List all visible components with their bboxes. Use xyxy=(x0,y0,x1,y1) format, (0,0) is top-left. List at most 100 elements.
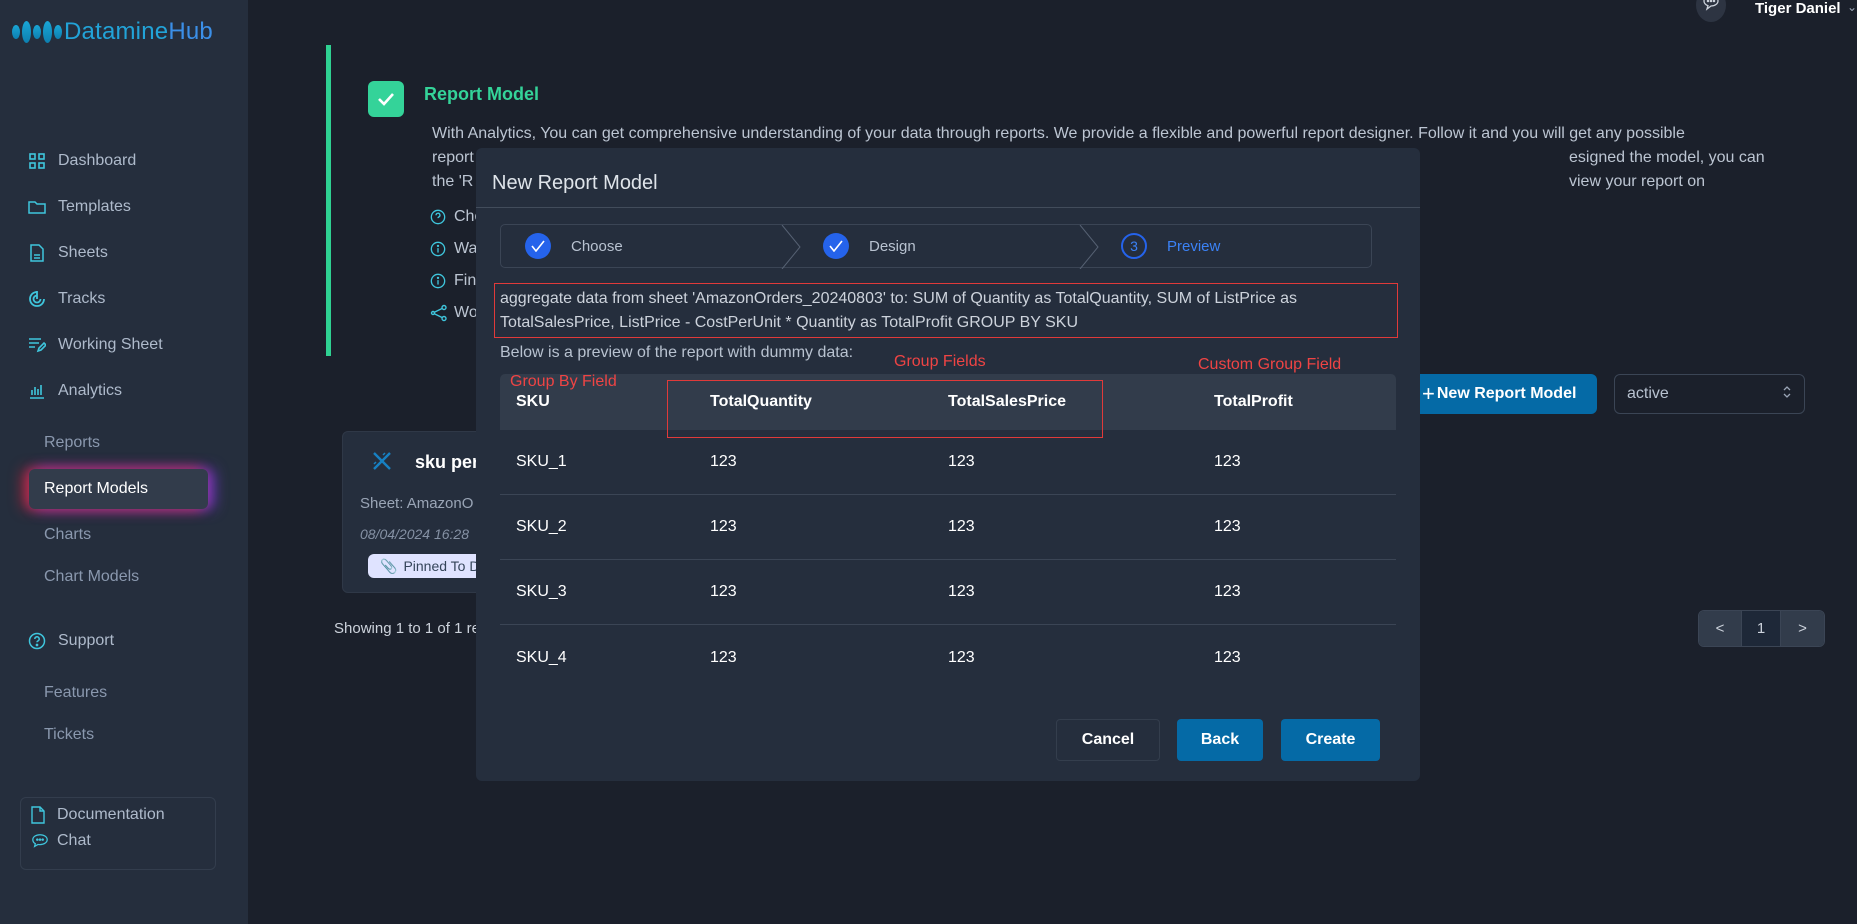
radar-icon xyxy=(28,290,46,308)
table-cell: SKU_1 xyxy=(516,453,567,470)
intro-line-2-end: esigned the model, you can view your rep… xyxy=(1569,149,1765,190)
chat-label: Chat xyxy=(57,832,91,849)
step-label: Design xyxy=(869,237,916,255)
table-cell: SKU_4 xyxy=(516,648,567,666)
sidebar-item-label: Analytics xyxy=(58,382,123,399)
sidebar-item-reports[interactable]: Reports xyxy=(44,434,100,452)
sidebar-item-tracks[interactable]: Tracks xyxy=(28,287,105,311)
status-filter-select[interactable]: active xyxy=(1614,374,1805,414)
table-row: SKU_2 123 123 123 xyxy=(500,495,1396,560)
step-preview[interactable]: 3 Preview xyxy=(1121,225,1220,267)
table-cell: 123 xyxy=(1214,518,1241,535)
intro-accent-bar xyxy=(326,45,331,356)
sidebar-item-working-sheet[interactable]: Working Sheet xyxy=(28,333,163,357)
sidebar-item-chart-models[interactable]: Chart Models xyxy=(44,568,139,586)
pagination: < 1 > xyxy=(1698,610,1825,647)
table-cell: SKU_3 xyxy=(516,583,567,600)
logo-waveform-icon xyxy=(12,21,62,43)
sidebar-item-sheets[interactable]: Sheets xyxy=(28,241,108,265)
new-report-model-button[interactable]: + New Report Model xyxy=(1412,374,1597,414)
share-icon xyxy=(430,304,448,322)
next-page-button[interactable]: > xyxy=(1781,611,1824,646)
logo[interactable]: DatamineHub xyxy=(12,16,213,48)
page-1-button[interactable]: 1 xyxy=(1742,611,1781,646)
annotation-custom-group-field: Custom Group Field xyxy=(1198,356,1342,373)
sidebar-item-charts[interactable]: Charts xyxy=(44,526,91,544)
chevron-down-icon[interactable]: ⌄ xyxy=(1847,0,1857,14)
stepper: Choose Design 3 Preview xyxy=(500,224,1372,269)
chat-icon xyxy=(31,832,49,850)
check-icon xyxy=(525,233,551,259)
card-date: 08/04/2024 16:28 xyxy=(360,526,469,542)
sidebar-item-label: Templates xyxy=(58,198,131,215)
intro-list-text: Wa xyxy=(454,240,478,257)
preview-label: Below is a preview of the report with du… xyxy=(500,344,854,361)
grid-icon xyxy=(28,152,46,170)
question-circle-icon xyxy=(28,632,46,650)
question-circle-icon xyxy=(430,209,448,225)
sidebar-item-label: Support xyxy=(58,632,115,649)
intro-line-2-start: report xyxy=(432,149,474,166)
annotation-group-fields: Group Fields xyxy=(894,353,986,370)
sidebar-item-support[interactable]: Support xyxy=(28,629,114,653)
sidebar-item-templates[interactable]: Templates xyxy=(28,195,131,219)
sidebar-item-dashboard[interactable]: Dashboard xyxy=(28,149,136,173)
table-cell: 123 xyxy=(948,453,975,470)
back-button[interactable]: Back xyxy=(1177,719,1263,761)
table-cell: 123 xyxy=(710,583,737,600)
query-description: aggregate data from sheet 'AmazonOrders_… xyxy=(500,290,1298,331)
folder-icon xyxy=(28,198,46,216)
intro-list-text: Wo xyxy=(454,304,478,321)
sidebar-item-label: Sheets xyxy=(58,244,108,261)
select-updown-icon xyxy=(1782,385,1792,404)
table-cell: 123 xyxy=(948,648,975,666)
dialog-title: New Report Model xyxy=(492,172,658,194)
step-design[interactable]: Design xyxy=(823,225,916,267)
table-cell: 123 xyxy=(710,648,737,666)
status-select-value: active xyxy=(1627,385,1669,402)
step-choose[interactable]: Choose xyxy=(525,225,623,267)
sidebar-item-features[interactable]: Features xyxy=(44,684,107,702)
intro-title: Report Model xyxy=(424,84,539,104)
new-report-model-label: New Report Model xyxy=(1436,385,1577,402)
sidebar-item-analytics[interactable]: Analytics xyxy=(28,379,122,403)
column-header: TotalProfit xyxy=(1214,393,1293,410)
list-edit-icon xyxy=(28,336,46,354)
table-cell: 123 xyxy=(1214,453,1241,470)
sidebar-item-label: Working Sheet xyxy=(58,336,163,353)
help-links: Documentation Chat xyxy=(20,797,216,870)
sidebar-item-label: Tracks xyxy=(58,290,106,307)
cancel-button[interactable]: Cancel xyxy=(1056,719,1160,761)
sidebar-item-report-models[interactable]: Report Models xyxy=(29,469,208,509)
user-name[interactable]: Tiger Daniel xyxy=(1755,0,1841,17)
table-cell: 123 xyxy=(948,583,975,600)
dialog-divider xyxy=(476,207,1420,208)
intro-line-1: With Analytics, You can get comprehensiv… xyxy=(432,125,1685,142)
documentation-label: Documentation xyxy=(57,806,165,823)
sidebar-item-tickets[interactable]: Tickets xyxy=(44,726,94,744)
sidebar-item-label: Dashboard xyxy=(58,152,137,169)
table-cell: 123 xyxy=(1214,583,1241,600)
card-title[interactable]: sku per xyxy=(415,452,479,473)
plus-icon: + xyxy=(1422,381,1435,406)
table-cell: SKU_2 xyxy=(516,518,567,535)
table-row: SKU_1 123 123 123 xyxy=(500,430,1396,495)
step-label: Preview xyxy=(1167,237,1221,255)
pinned-badge: 📎 Pinned To D xyxy=(368,554,492,578)
prev-page-button[interactable]: < xyxy=(1699,611,1742,646)
results-count: Showing 1 to 1 of 1 res xyxy=(334,620,488,637)
chat-link[interactable]: Chat xyxy=(21,828,215,854)
step-number: 3 xyxy=(1121,233,1147,259)
table-cell: 123 xyxy=(710,518,737,535)
table-cell: 123 xyxy=(948,518,975,535)
chat-bubble-button[interactable] xyxy=(1696,0,1726,22)
create-button[interactable]: Create xyxy=(1281,719,1380,761)
step-label: Choose xyxy=(571,237,623,255)
new-report-model-dialog: New Report Model Choose Design 3 Preview… xyxy=(476,148,1420,781)
table-cell: 123 xyxy=(1214,648,1241,666)
info-circle-icon xyxy=(430,273,448,289)
check-icon xyxy=(368,81,404,117)
documentation-link[interactable]: Documentation xyxy=(21,802,215,828)
document-icon xyxy=(28,244,46,262)
pinned-badge-label: Pinned To D xyxy=(403,558,480,574)
